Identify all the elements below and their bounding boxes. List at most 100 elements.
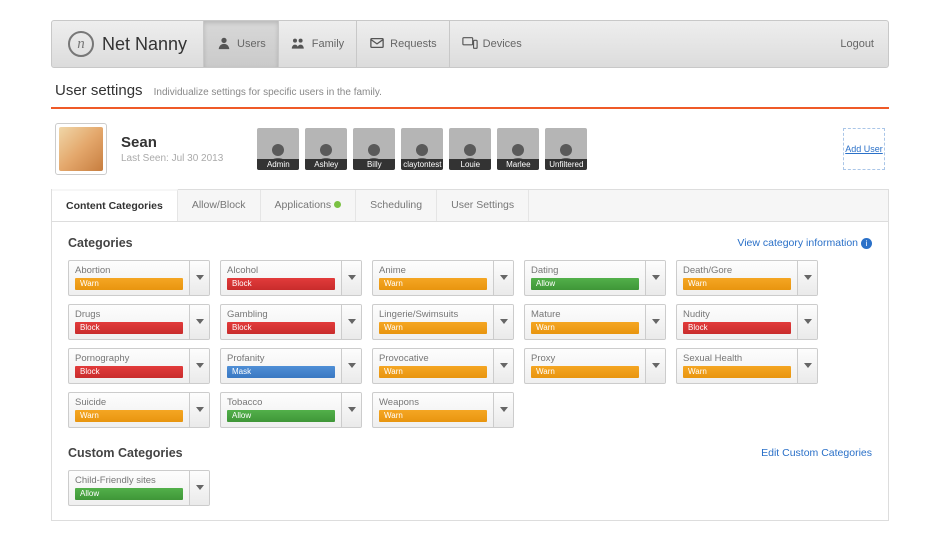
category-status: Warn	[683, 366, 791, 378]
category-status: Warn	[75, 278, 183, 290]
category-status: Warn	[531, 366, 639, 378]
user-thumb[interactable]: Unfiltered	[545, 128, 587, 170]
category-dropdown[interactable]	[341, 305, 361, 339]
category-dropdown[interactable]	[493, 261, 513, 295]
category-label: Mature	[531, 309, 639, 320]
user-thumb[interactable]: Ashley	[305, 128, 347, 170]
nav-devices[interactable]: Devices	[449, 21, 534, 67]
user-thumb[interactable]: Louie	[449, 128, 491, 170]
user-thumb-label: claytontest	[401, 159, 443, 170]
tab-allow-block[interactable]: Allow/Block	[178, 190, 261, 221]
logo-icon: n	[68, 31, 94, 57]
nav-users[interactable]: Users	[203, 21, 278, 67]
category-label: Pornography	[75, 353, 183, 364]
nav-family[interactable]: Family	[278, 21, 356, 67]
category-dropdown[interactable]	[189, 471, 209, 505]
category-dropdown[interactable]	[493, 393, 513, 427]
user-thumb[interactable]: Admin	[257, 128, 299, 170]
category-label: Suicide	[75, 397, 183, 408]
tab-applications[interactable]: Applications	[261, 190, 357, 221]
category-dropdown[interactable]	[493, 305, 513, 339]
category-label: Drugs	[75, 309, 183, 320]
category-label: Anime	[379, 265, 487, 276]
categories-header: Categories View category informationi	[68, 236, 872, 250]
category-label: Provocative	[379, 353, 487, 364]
category-status: Allow	[227, 410, 335, 422]
brand-logo: n Net Nanny	[52, 21, 203, 67]
chevron-down-icon	[652, 275, 660, 281]
user-thumb-label: Admin	[257, 159, 299, 170]
chevron-down-icon	[196, 275, 204, 281]
edit-custom-link[interactable]: Edit Custom Categories	[761, 447, 872, 459]
current-user-avatar[interactable]	[55, 123, 107, 175]
chevron-down-icon	[348, 407, 356, 413]
user-thumb-label: Marlee	[497, 159, 539, 170]
category-dropdown[interactable]	[797, 349, 817, 383]
chevron-down-icon	[196, 363, 204, 369]
category-status: Block	[227, 322, 335, 334]
current-user-meta: Sean Last Seen: Jul 30 2013	[121, 134, 223, 164]
category-dropdown[interactable]	[645, 305, 665, 339]
category-dropdown[interactable]	[341, 261, 361, 295]
category-status: Warn	[531, 322, 639, 334]
category-card: TobaccoAllow	[220, 392, 362, 428]
category-status: Mask	[227, 366, 335, 378]
page-subtitle: Individualize settings for specific user…	[154, 87, 382, 98]
chevron-down-icon	[652, 319, 660, 325]
add-user-button[interactable]: Add User	[843, 128, 885, 170]
category-card: NudityBlock	[676, 304, 818, 340]
category-label: Weapons	[379, 397, 487, 408]
requests-icon	[369, 36, 385, 53]
family-icon	[291, 36, 307, 53]
user-thumb[interactable]: Marlee	[497, 128, 539, 170]
brand-name: Net Nanny	[102, 34, 187, 55]
category-dropdown[interactable]	[797, 305, 817, 339]
category-card: Sexual HealthWarn	[676, 348, 818, 384]
chevron-down-icon	[196, 485, 204, 491]
category-status: Block	[75, 366, 183, 378]
main-nav: UsersFamilyRequestsDevices	[203, 21, 534, 67]
category-status: Warn	[379, 322, 487, 334]
category-card: Child-Friendly sitesAllow	[68, 470, 210, 506]
category-dropdown[interactable]	[341, 393, 361, 427]
user-thumb[interactable]: claytontest	[401, 128, 443, 170]
category-dropdown[interactable]	[341, 349, 361, 383]
user-strip: Admin Ashley Billy claytontest Louie Marlee Un…	[257, 128, 587, 170]
current-user-name: Sean	[121, 134, 223, 151]
category-status: Allow	[531, 278, 639, 290]
tab-scheduling[interactable]: Scheduling	[356, 190, 437, 221]
category-status: Warn	[379, 410, 487, 422]
nav-requests[interactable]: Requests	[356, 21, 448, 67]
chevron-down-icon	[804, 319, 812, 325]
category-dropdown[interactable]	[645, 349, 665, 383]
logout-link[interactable]: Logout	[826, 21, 888, 67]
custom-grid: Child-Friendly sitesAllow	[68, 470, 872, 506]
category-dropdown[interactable]	[645, 261, 665, 295]
tab-content-categories[interactable]: Content Categories	[52, 189, 178, 221]
chevron-down-icon	[348, 363, 356, 369]
user-thumb[interactable]: Billy	[353, 128, 395, 170]
category-dropdown[interactable]	[493, 349, 513, 383]
category-dropdown[interactable]	[189, 305, 209, 339]
chevron-down-icon	[196, 319, 204, 325]
chevron-down-icon	[652, 363, 660, 369]
categories-title: Categories	[68, 236, 133, 250]
category-info-link[interactable]: View category informationi	[737, 237, 872, 249]
custom-header: Custom Categories Edit Custom Categories	[68, 446, 872, 460]
category-card: Provocative Warn	[372, 348, 514, 384]
category-dropdown[interactable]	[189, 349, 209, 383]
category-status: Block	[75, 322, 183, 334]
category-card: SuicideWarn	[68, 392, 210, 428]
user-thumb-label: Ashley	[305, 159, 347, 170]
tab-user-settings[interactable]: User Settings	[437, 190, 529, 221]
category-status: Block	[683, 322, 791, 334]
tab-bar: Content CategoriesAllow/BlockApplication…	[51, 189, 889, 221]
category-card: Lingerie/SwimsuitsWarn	[372, 304, 514, 340]
indicator-dot-icon	[334, 201, 341, 208]
category-dropdown[interactable]	[797, 261, 817, 295]
category-status: Warn	[379, 366, 487, 378]
category-card: AnimeWarn	[372, 260, 514, 296]
category-dropdown[interactable]	[189, 393, 209, 427]
categories-grid: AbortionWarnAlcoholBlockAnimeWarnDatingA…	[68, 260, 872, 428]
category-dropdown[interactable]	[189, 261, 209, 295]
